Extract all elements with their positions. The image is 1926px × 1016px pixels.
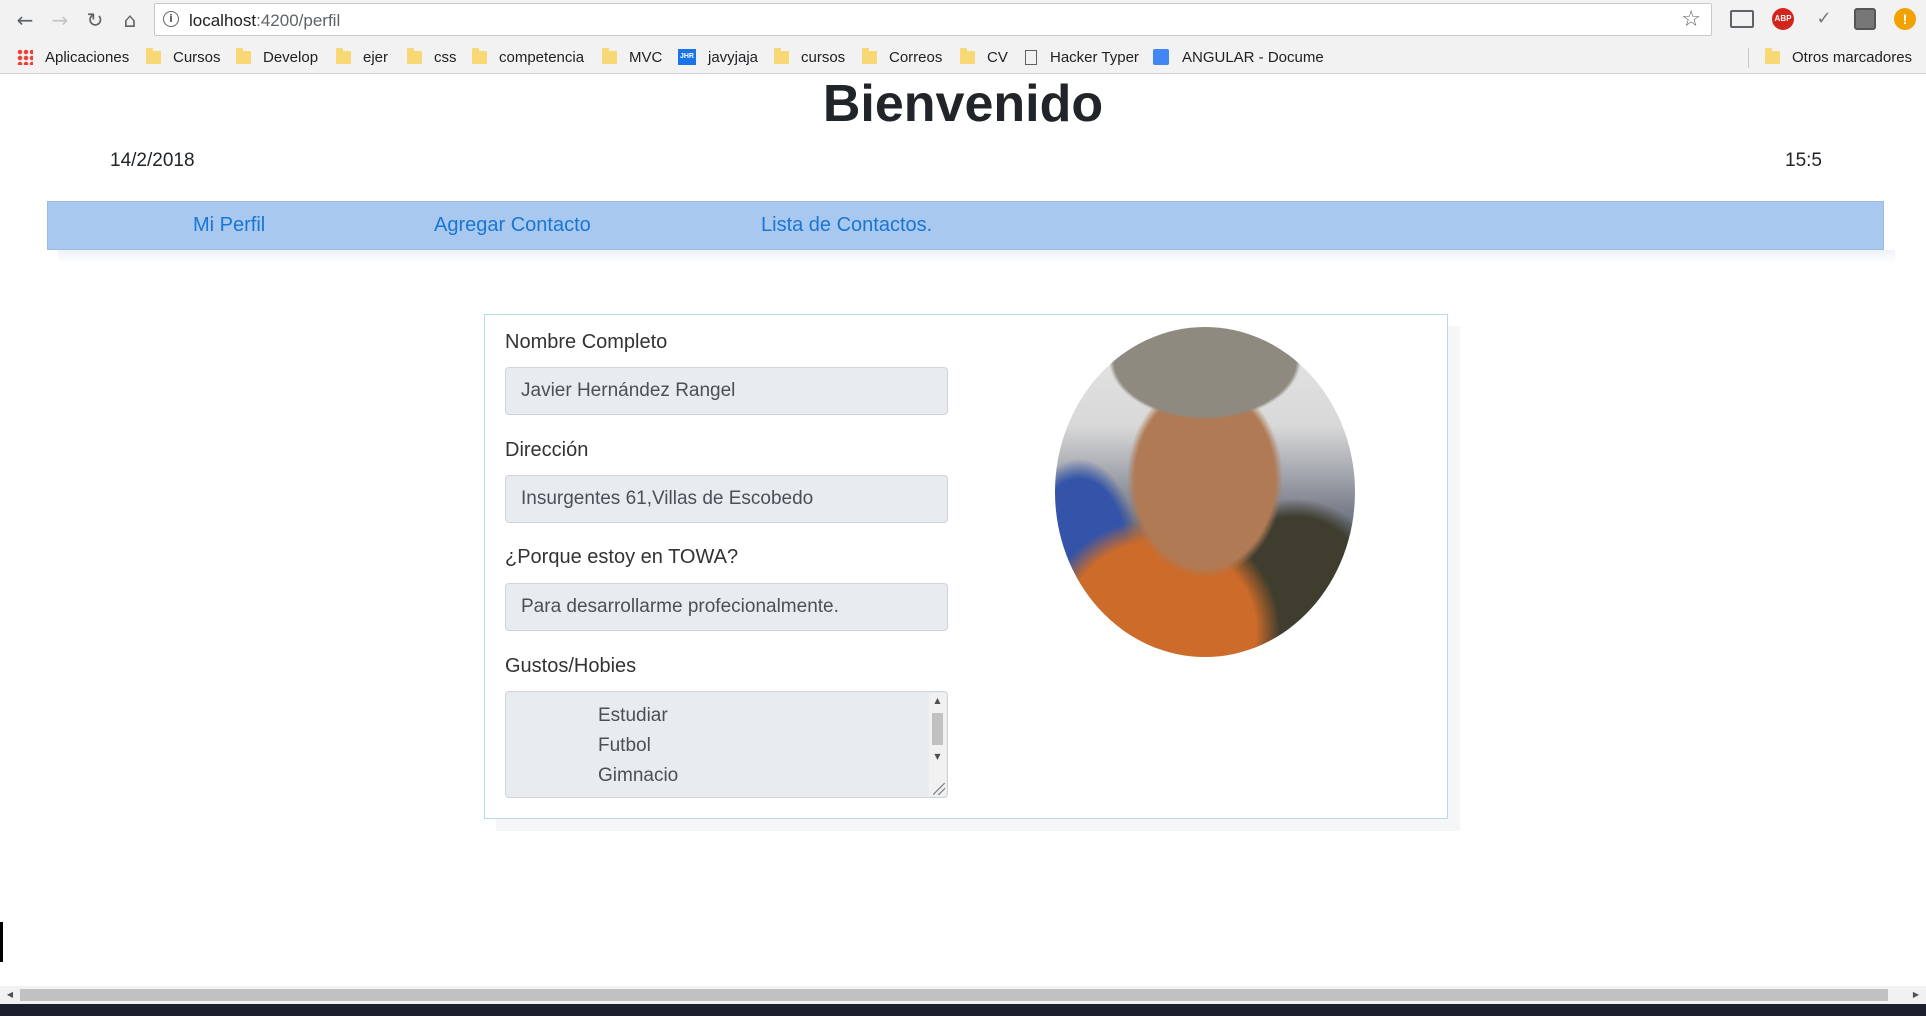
horizontal-scroll-thumb[interactable]: [20, 989, 1888, 1001]
scroll-thumb[interactable]: [932, 713, 943, 745]
bookmark-star-icon[interactable]: ☆: [1681, 7, 1701, 32]
nav-mi-perfil[interactable]: Mi Perfil: [193, 214, 265, 237]
bookmark-mvc[interactable]: MVC: [602, 40, 662, 74]
main-navbar: Mi Perfil Agregar Contacto Lista de Cont…: [47, 201, 1884, 250]
folder-icon: [407, 47, 422, 64]
back-arrow-icon[interactable]: ←: [11, 6, 39, 34]
bookmark-cursos-2[interactable]: cursos: [774, 40, 845, 74]
address-label: Dirección: [505, 439, 589, 461]
url-path: :4200/perfil: [256, 11, 341, 30]
google-doc-icon: [1153, 49, 1169, 65]
hobbies-label: Gustos/Hobies: [505, 655, 637, 677]
nav-agregar-contacto[interactable]: Agregar Contacto: [434, 214, 591, 237]
bookmark-label: Aplicaciones: [45, 48, 130, 66]
bookmark-cursos[interactable]: Cursos: [146, 40, 221, 74]
bookmark-javyjaja[interactable]: JHR javyjaja: [678, 40, 758, 74]
jhr-icon: JHR: [678, 49, 696, 65]
browser-toolbar: ← → ↻ ⌂ i localhost:4200/perfil ☆ ABP ✓ …: [0, 0, 1926, 40]
nav-lista-de-contactos[interactable]: Lista de Contactos.: [761, 214, 932, 237]
bookmark-otros-marcadores[interactable]: Otros marcadores: [1765, 40, 1912, 74]
hobbies-list[interactable]: Estudiar Futbol Gimnacio ▲ ▼: [505, 691, 948, 798]
folder-icon: [236, 47, 251, 64]
navbar-shadow: [58, 250, 1895, 264]
warning-extension-icon[interactable]: !: [1894, 8, 1916, 30]
name-field[interactable]: [505, 367, 948, 415]
extension-square-icon[interactable]: [1854, 8, 1876, 30]
address-field[interactable]: [505, 475, 948, 523]
address-bar[interactable]: i localhost:4200/perfil ☆: [154, 3, 1712, 36]
folder-icon: [1765, 47, 1780, 64]
bookmark-separator: [1748, 48, 1749, 68]
folder-icon: [472, 47, 487, 64]
adblock-plus-icon[interactable]: ABP: [1772, 8, 1794, 30]
apps-icon: [17, 49, 33, 65]
hobbies-scrollbar[interactable]: ▲ ▼: [929, 693, 946, 796]
folder-icon: [960, 47, 975, 64]
bookmark-label: Otros marcadores: [1792, 48, 1913, 66]
os-taskbar: [0, 1004, 1926, 1016]
list-item: Estudiar: [598, 705, 668, 726]
folder-icon: [862, 47, 877, 64]
scroll-left-arrow-icon[interactable]: ◀: [2, 986, 18, 1004]
bookmark-angular-docs[interactable]: ANGULAR - Docume: [1153, 40, 1324, 74]
list-item: Gimnacio: [598, 765, 679, 786]
bookmark-aplicaciones[interactable]: Aplicaciones: [17, 40, 129, 74]
profile-card: Nombre Completo Dirección ¿Porque estoy …: [484, 314, 1448, 819]
page-title: Bienvenido: [822, 75, 1104, 133]
bookmark-label: competencia: [499, 48, 585, 66]
current-date: 14/2/2018: [110, 150, 195, 171]
bookmark-label: MVC: [629, 48, 663, 66]
current-time: 15:5: [1785, 150, 1822, 171]
horizontal-scrollbar[interactable]: ◀ ▶: [0, 986, 1926, 1004]
bookmark-correos[interactable]: Correos: [862, 40, 942, 74]
resize-grip-icon[interactable]: [933, 783, 945, 795]
bookmark-label: ejer: [363, 48, 389, 66]
folder-icon: [602, 47, 617, 64]
bookmark-label: ANGULAR - Docume: [1182, 48, 1324, 66]
folder-icon: [146, 47, 161, 64]
bookmark-label: javyjaja: [708, 48, 759, 66]
url-text[interactable]: localhost:4200/perfil: [189, 11, 340, 31]
bookmark-develop[interactable]: Develop: [236, 40, 318, 74]
url-host: localhost: [189, 11, 257, 30]
home-icon[interactable]: ⌂: [116, 6, 144, 34]
folder-icon: [336, 47, 351, 64]
bookmark-label: Develop: [263, 48, 319, 66]
bookmark-label: Correos: [889, 48, 943, 66]
bookmark-css[interactable]: css: [407, 40, 457, 74]
page-edge-marker: [0, 922, 3, 962]
bookmark-label: Cursos: [173, 48, 221, 66]
scroll-down-arrow-icon[interactable]: ▼: [929, 749, 946, 765]
cast-icon[interactable]: [1730, 10, 1754, 28]
why-towa-label: ¿Porque estoy en TOWA?: [505, 546, 739, 568]
bookmark-label: css: [434, 48, 457, 66]
list-item: Futbol: [598, 735, 651, 756]
why-towa-field[interactable]: [505, 583, 948, 631]
bookmarks-bar: Aplicaciones Cursos Develop ejer css com…: [0, 40, 1926, 74]
forward-arrow-icon[interactable]: →: [46, 6, 74, 34]
bookmark-competencia[interactable]: competencia: [472, 40, 584, 74]
scroll-right-arrow-icon[interactable]: ▶: [1908, 986, 1924, 1004]
profile-photo: [1055, 327, 1355, 657]
site-info-icon[interactable]: i: [163, 11, 179, 27]
bookmark-label: CV: [987, 48, 1008, 66]
reload-icon[interactable]: ↻: [81, 6, 109, 34]
bookmark-label: Hacker Typer: [1050, 48, 1139, 66]
scroll-up-arrow-icon[interactable]: ▲: [929, 693, 946, 709]
bookmark-ejer[interactable]: ejer: [336, 40, 388, 74]
bookmark-hacker-typer[interactable]: Hacker Typer: [1025, 40, 1139, 74]
page-icon: [1025, 49, 1037, 65]
bookmark-cv[interactable]: CV: [960, 40, 1008, 74]
folder-icon: [774, 47, 789, 64]
bookmark-label: cursos: [801, 48, 846, 66]
feather-extension-icon[interactable]: ✓: [1813, 8, 1835, 30]
name-label: Nombre Completo: [505, 331, 668, 353]
